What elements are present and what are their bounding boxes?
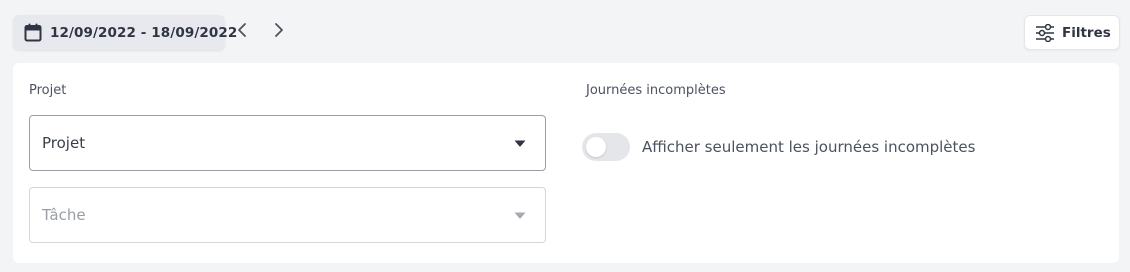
filters-panel: Projet Projet Tâche Journées incomplètes… <box>13 63 1119 263</box>
caret-down-icon <box>513 211 527 219</box>
incomplete-days-toggle[interactable] <box>582 133 630 161</box>
journees-section-label: Journées incomplètes <box>586 83 726 98</box>
incomplete-days-toggle-row: Afficher seulement les journées incomplè… <box>582 133 975 161</box>
filters-label: Filtres <box>1062 24 1111 41</box>
date-range-label: 12/09/2022 - 18/09/2022 <box>50 24 238 41</box>
chevron-left-icon <box>237 22 247 42</box>
date-range-picker[interactable]: 12/09/2022 - 18/09/2022 <box>13 15 237 50</box>
next-week-button[interactable] <box>269 22 289 42</box>
calendar-icon <box>24 23 42 43</box>
caret-down-icon <box>513 139 527 147</box>
tache-select-value: Tâche <box>42 206 86 224</box>
projet-select[interactable]: Projet <box>29 115 546 171</box>
filters-button[interactable]: Filtres <box>1024 15 1120 50</box>
incomplete-days-toggle-label: Afficher seulement les journées incomplè… <box>642 138 976 156</box>
sliders-icon <box>1035 23 1055 43</box>
projet-select-value: Projet <box>42 134 86 152</box>
chevron-right-icon <box>274 22 284 42</box>
toggle-knob <box>586 137 606 157</box>
toolbar: 12/09/2022 - 18/09/2022 Filtres <box>0 0 1130 62</box>
projet-section-label: Projet <box>29 83 67 98</box>
tache-select[interactable]: Tâche <box>29 187 546 243</box>
previous-week-button[interactable] <box>232 22 252 42</box>
